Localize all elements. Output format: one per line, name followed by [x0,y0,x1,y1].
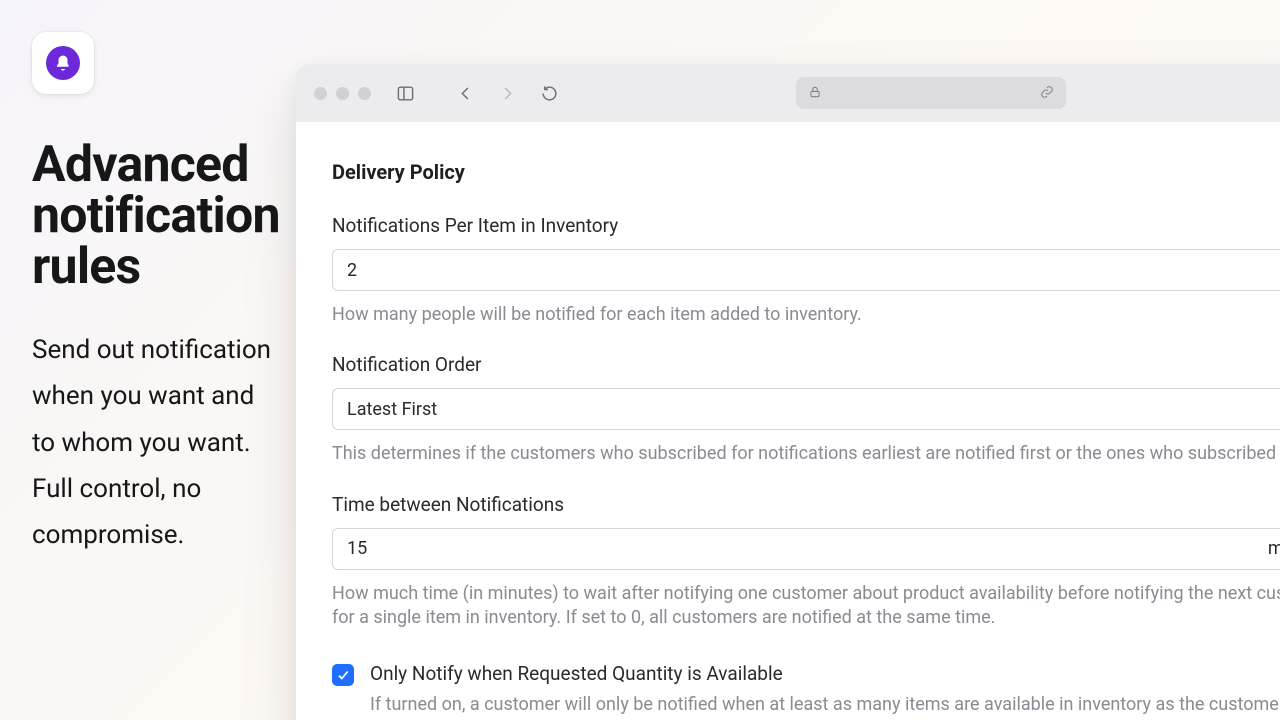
browser-toolbar [296,64,1280,122]
window-close-dot[interactable] [314,87,327,100]
order-help: This determines if the customers who sub… [332,442,1280,466]
only-qty-help: If turned on, a customer will only be no… [370,693,1280,720]
lock-icon [808,84,822,103]
time-between-value: 15 [347,538,367,559]
browser-window: Delivery Policy Notifications Per Item i… [296,64,1280,720]
section-title: Delivery Policy [332,160,1280,184]
time-between-help: How much time (in minutes) to wait after… [332,582,1280,631]
window-zoom-dot[interactable] [358,87,371,100]
hero-title: Advanced notification rules [32,140,272,293]
window-minimize-dot[interactable] [336,87,349,100]
window-controls[interactable] [314,87,371,100]
time-between-input[interactable]: 15 minute(s) [332,528,1280,570]
per-item-label: Notifications Per Item in Inventory [332,214,1280,237]
address-bar[interactable] [796,77,1066,109]
order-label: Notification Order [332,353,1280,376]
time-between-label: Time between Notifications [332,493,1280,516]
bell-icon [46,46,80,80]
forward-icon[interactable] [493,79,521,107]
per-item-help: How many people will be notified for eac… [332,303,1280,327]
only-qty-checkbox[interactable] [332,664,354,686]
back-icon[interactable] [451,79,479,107]
hero-subtitle: Send out notification when you want and … [32,327,272,558]
sidebar-toggle-icon[interactable] [391,79,419,107]
per-item-value: 2 [347,260,357,281]
order-value: Latest First [347,399,437,420]
time-between-suffix: minute(s) [1268,538,1280,559]
reload-icon[interactable] [535,79,563,107]
only-qty-label: Only Notify when Requested Quantity is A… [370,662,1280,685]
link-icon [1040,84,1054,103]
order-select[interactable]: Latest First [332,388,1280,430]
app-icon [32,32,94,94]
per-item-input[interactable]: 2 [332,249,1280,291]
